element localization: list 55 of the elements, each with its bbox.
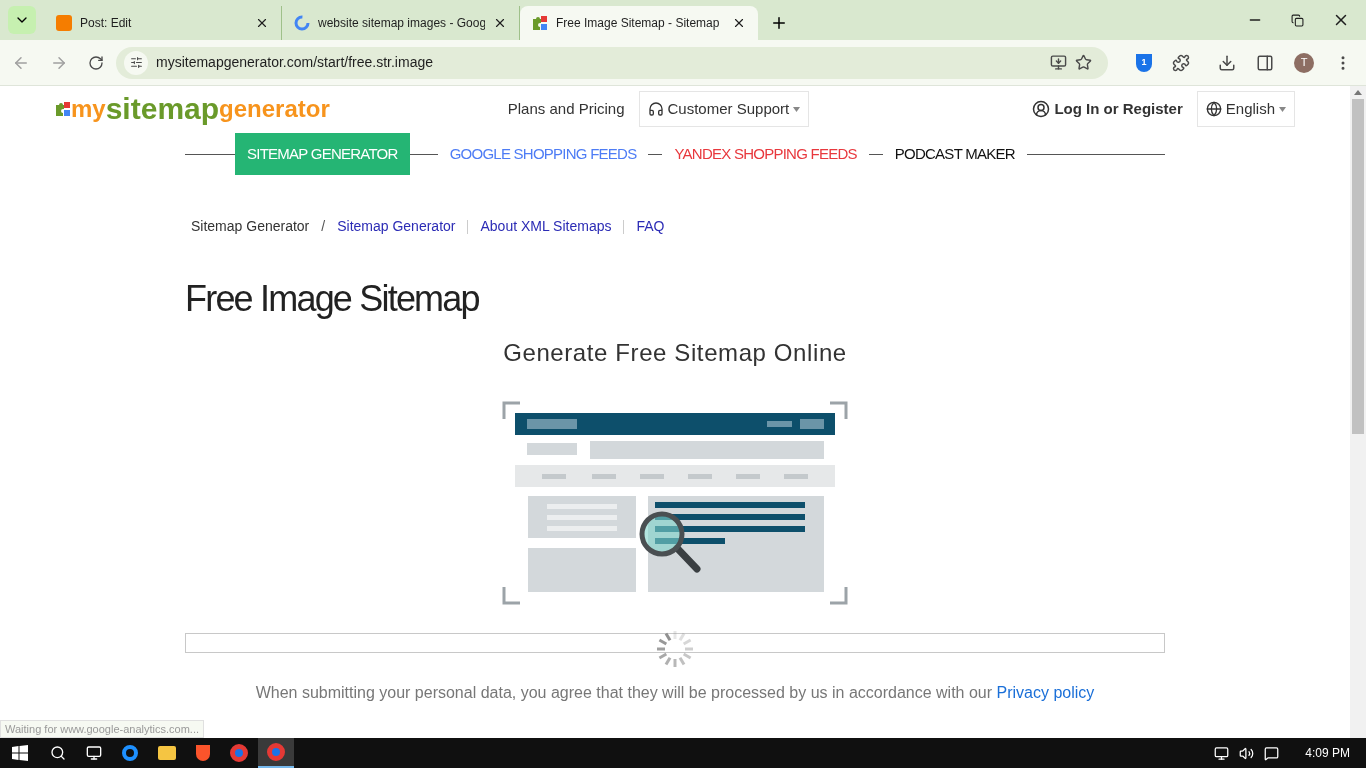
site-info-icon[interactable] bbox=[129, 56, 143, 69]
page-heading: Free Image Sitemap bbox=[185, 281, 480, 317]
tab-search-button[interactable] bbox=[8, 6, 36, 34]
customer-support-dropdown[interactable]: Customer Support bbox=[638, 91, 810, 127]
headset-icon bbox=[647, 101, 664, 117]
notifications-icon[interactable] bbox=[1264, 745, 1280, 761]
url-text: mysitemapgenerator.com/start/free.str.image bbox=[156, 53, 433, 72]
product-tab[interactable]: PODCAST MAKER bbox=[894, 142, 1015, 166]
puzzle-icon bbox=[532, 15, 548, 31]
globe-icon bbox=[1205, 101, 1222, 117]
shield-icon[interactable]: 1 bbox=[1136, 53, 1152, 72]
close-icon[interactable] bbox=[255, 16, 269, 30]
restore-icon[interactable] bbox=[1291, 13, 1304, 27]
caret-icon bbox=[1279, 106, 1286, 112]
extensions-icon[interactable] bbox=[1172, 53, 1190, 72]
tab-title: Post: Edit bbox=[80, 15, 133, 32]
volume-icon[interactable] bbox=[1239, 745, 1255, 761]
status-bubble: Waiting for www.google-analytics.com... bbox=[0, 719, 204, 738]
consent-text: When submitting your personal data, you agree that they will be processed by us in accordance with our Privacy policy bbox=[254, 683, 1096, 703]
tab-title: website sitemap images - Goog bbox=[318, 15, 485, 32]
browser-tab[interactable]: Free Image Sitemap - Sitemap bbox=[520, 6, 758, 40]
tab-title: Free Image Sitemap - Sitemap bbox=[556, 15, 721, 32]
close-icon[interactable] bbox=[493, 16, 507, 30]
profile-avatar[interactable]: T bbox=[1294, 52, 1314, 73]
breadcrumb-separator: / bbox=[321, 217, 326, 236]
install-app-icon[interactable] bbox=[1050, 54, 1067, 71]
plans-pricing-link[interactable]: Plans and Pricing bbox=[507, 97, 625, 121]
download-icon[interactable] bbox=[1218, 53, 1236, 72]
windows-start-icon[interactable] bbox=[12, 745, 28, 761]
side-panel-icon[interactable] bbox=[1256, 53, 1274, 72]
scroll-up-icon[interactable] bbox=[1354, 90, 1362, 95]
network-icon[interactable] bbox=[1214, 745, 1230, 761]
product-tab[interactable]: GOOGLE SHOPPING FEEDS bbox=[449, 142, 637, 166]
puzzle-icon bbox=[55, 101, 71, 117]
new-tab-icon[interactable] bbox=[770, 14, 788, 32]
login-link[interactable]: Log In or Register bbox=[1032, 97, 1183, 121]
breadcrumb-link[interactable]: Sitemap Generator bbox=[337, 216, 456, 237]
privacy-policy-link[interactable]: Privacy policy bbox=[996, 684, 1095, 701]
page-subheading: Generate Free Sitemap Online bbox=[502, 338, 848, 368]
active-taskbar-item[interactable] bbox=[258, 738, 294, 768]
task-view-icon[interactable] bbox=[86, 745, 102, 761]
reload-icon[interactable] bbox=[88, 54, 104, 71]
language-dropdown[interactable]: English bbox=[1196, 91, 1295, 127]
product-tab[interactable]: YANDEX SHOPPING FEEDS bbox=[674, 142, 857, 166]
address-bar[interactable]: mysitemapgenerator.com/start/free.str.image bbox=[116, 46, 1108, 79]
breadcrumb-link[interactable]: FAQ bbox=[636, 216, 665, 237]
user-icon bbox=[1032, 100, 1051, 118]
scrollbar[interactable] bbox=[1350, 86, 1366, 738]
close-icon[interactable] bbox=[732, 16, 746, 30]
breadcrumb-text[interactable]: Sitemap Generator bbox=[191, 216, 310, 237]
clock[interactable]: 4:09 PM bbox=[1305, 744, 1350, 762]
search-icon[interactable] bbox=[50, 745, 66, 761]
bookmark-star-icon[interactable] bbox=[1075, 54, 1092, 71]
breadcrumb-link[interactable]: About XML Sitemaps bbox=[480, 216, 612, 237]
caret-icon bbox=[793, 106, 801, 112]
